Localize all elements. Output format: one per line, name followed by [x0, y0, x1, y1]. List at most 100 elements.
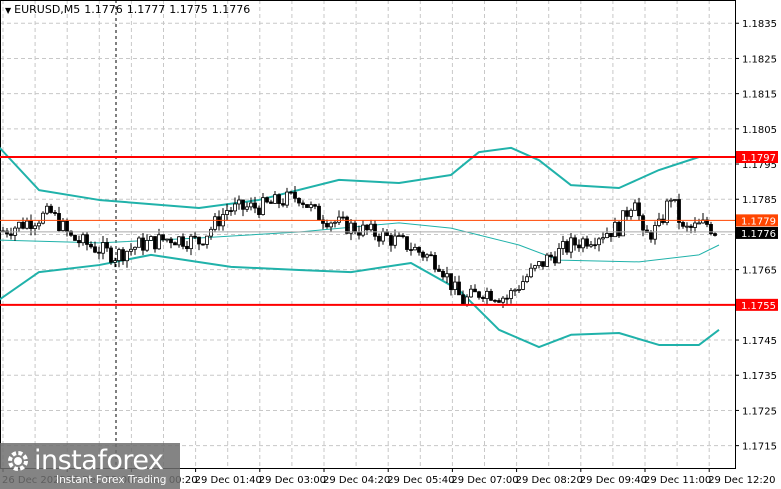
candle-body [237, 199, 241, 205]
candle-body [677, 199, 681, 223]
candle-body [17, 221, 21, 229]
candle-body [665, 200, 669, 223]
candle-body [413, 246, 417, 251]
candle-body [265, 197, 269, 203]
candle-body [473, 288, 477, 293]
candle-body [649, 232, 653, 240]
candle-body [429, 254, 433, 257]
candle-body [93, 246, 97, 253]
candle-body [625, 210, 629, 217]
candle-body [669, 199, 673, 202]
candle-body [381, 231, 385, 242]
candle-body [637, 202, 641, 217]
y-tick-label: 1.1725 [742, 406, 777, 417]
candle-body [641, 215, 645, 231]
candle-body [489, 290, 493, 301]
candle-body [501, 297, 505, 303]
y-tick-label: 1.1835 [742, 19, 777, 30]
candle-body [117, 249, 121, 261]
candle-body [245, 206, 249, 210]
candle-body [685, 225, 689, 228]
candle-body [605, 233, 609, 239]
close-value: 1.1776 [211, 3, 251, 16]
candle-body [129, 248, 133, 252]
candle-body [153, 236, 157, 250]
candle-body [581, 238, 585, 249]
candle-body [509, 290, 513, 299]
candle-body [461, 294, 465, 306]
y-tick-label: 1.1785 [742, 195, 777, 206]
candle-body [157, 234, 161, 250]
chart-title: ▼ EURUSD,M5 1.1776 1.1777 1.1775 1.1776 [5, 3, 250, 16]
y-tick-label: 1.1765 [742, 266, 777, 277]
candle-body [133, 246, 137, 250]
candle-body [257, 207, 261, 215]
candle-body [285, 191, 289, 206]
x-tick-label: 29 Dec 09:40 [580, 475, 647, 486]
candle-body [553, 256, 557, 264]
candle-body [433, 254, 437, 270]
candle-body [561, 241, 565, 249]
candle-body [217, 216, 221, 227]
candle-body [229, 210, 233, 212]
candle-body [589, 244, 593, 247]
candle-body [37, 222, 41, 227]
x-tick-label: 29 Dec 11:00 [644, 475, 711, 486]
candle-body [341, 216, 345, 219]
candle-body [241, 199, 245, 210]
candle-body [441, 270, 445, 278]
candle-body [525, 276, 529, 283]
candle-body [449, 273, 453, 290]
candle-body [281, 203, 285, 206]
collapse-triangle-icon[interactable]: ▼ [5, 6, 11, 15]
x-tick-label: 29 Dec 12:20 [708, 475, 775, 486]
candle-body [633, 202, 637, 211]
candle-body [185, 245, 189, 250]
candle-body [53, 212, 57, 214]
candle-body [317, 205, 321, 221]
candle-body [337, 216, 341, 223]
candle-body [205, 235, 209, 245]
candle-body [569, 237, 573, 253]
candle-body [477, 291, 481, 298]
candle-body [421, 251, 425, 258]
candle-body [249, 202, 253, 208]
open-value: 1.1776 [84, 3, 123, 16]
candle-body [189, 235, 193, 250]
y-tick-label: 1.1825 [742, 54, 777, 65]
high-value: 1.1777 [126, 3, 166, 16]
candle-body [77, 240, 81, 244]
candle-body [173, 242, 177, 246]
candle-body [577, 244, 581, 249]
candle-body [513, 289, 517, 292]
candle-body [181, 236, 185, 247]
price-chart[interactable]: 1.18351.18251.18151.18051.17951.17851.17… [0, 0, 781, 489]
candle-body [313, 204, 317, 207]
gear-logo-icon [8, 451, 28, 471]
candle-body [125, 250, 129, 262]
candle-body [697, 222, 701, 225]
x-tick-label: 29 Dec 07:00 [451, 475, 518, 486]
candle-body [225, 210, 229, 215]
candle-body [693, 222, 697, 228]
candle-body [97, 251, 101, 254]
candle-body [393, 235, 397, 246]
candle-body [161, 234, 165, 241]
y-tick-label: 1.1715 [742, 442, 777, 453]
candle-body [21, 221, 25, 229]
candle-body [437, 268, 441, 272]
candle-body [521, 281, 525, 290]
candle-body [517, 289, 521, 291]
x-tick-label: 29 Dec 01:40 [195, 475, 262, 486]
candle-body [141, 237, 145, 251]
candle-body [101, 242, 105, 254]
candle-body [149, 236, 153, 241]
candle-body [9, 233, 13, 236]
candle-body [301, 202, 305, 205]
candle-body [169, 238, 173, 244]
candle-body [137, 237, 141, 248]
candle-body [201, 243, 205, 246]
candle-body [497, 300, 501, 303]
candle-body [573, 237, 577, 246]
candle-body [29, 220, 33, 229]
